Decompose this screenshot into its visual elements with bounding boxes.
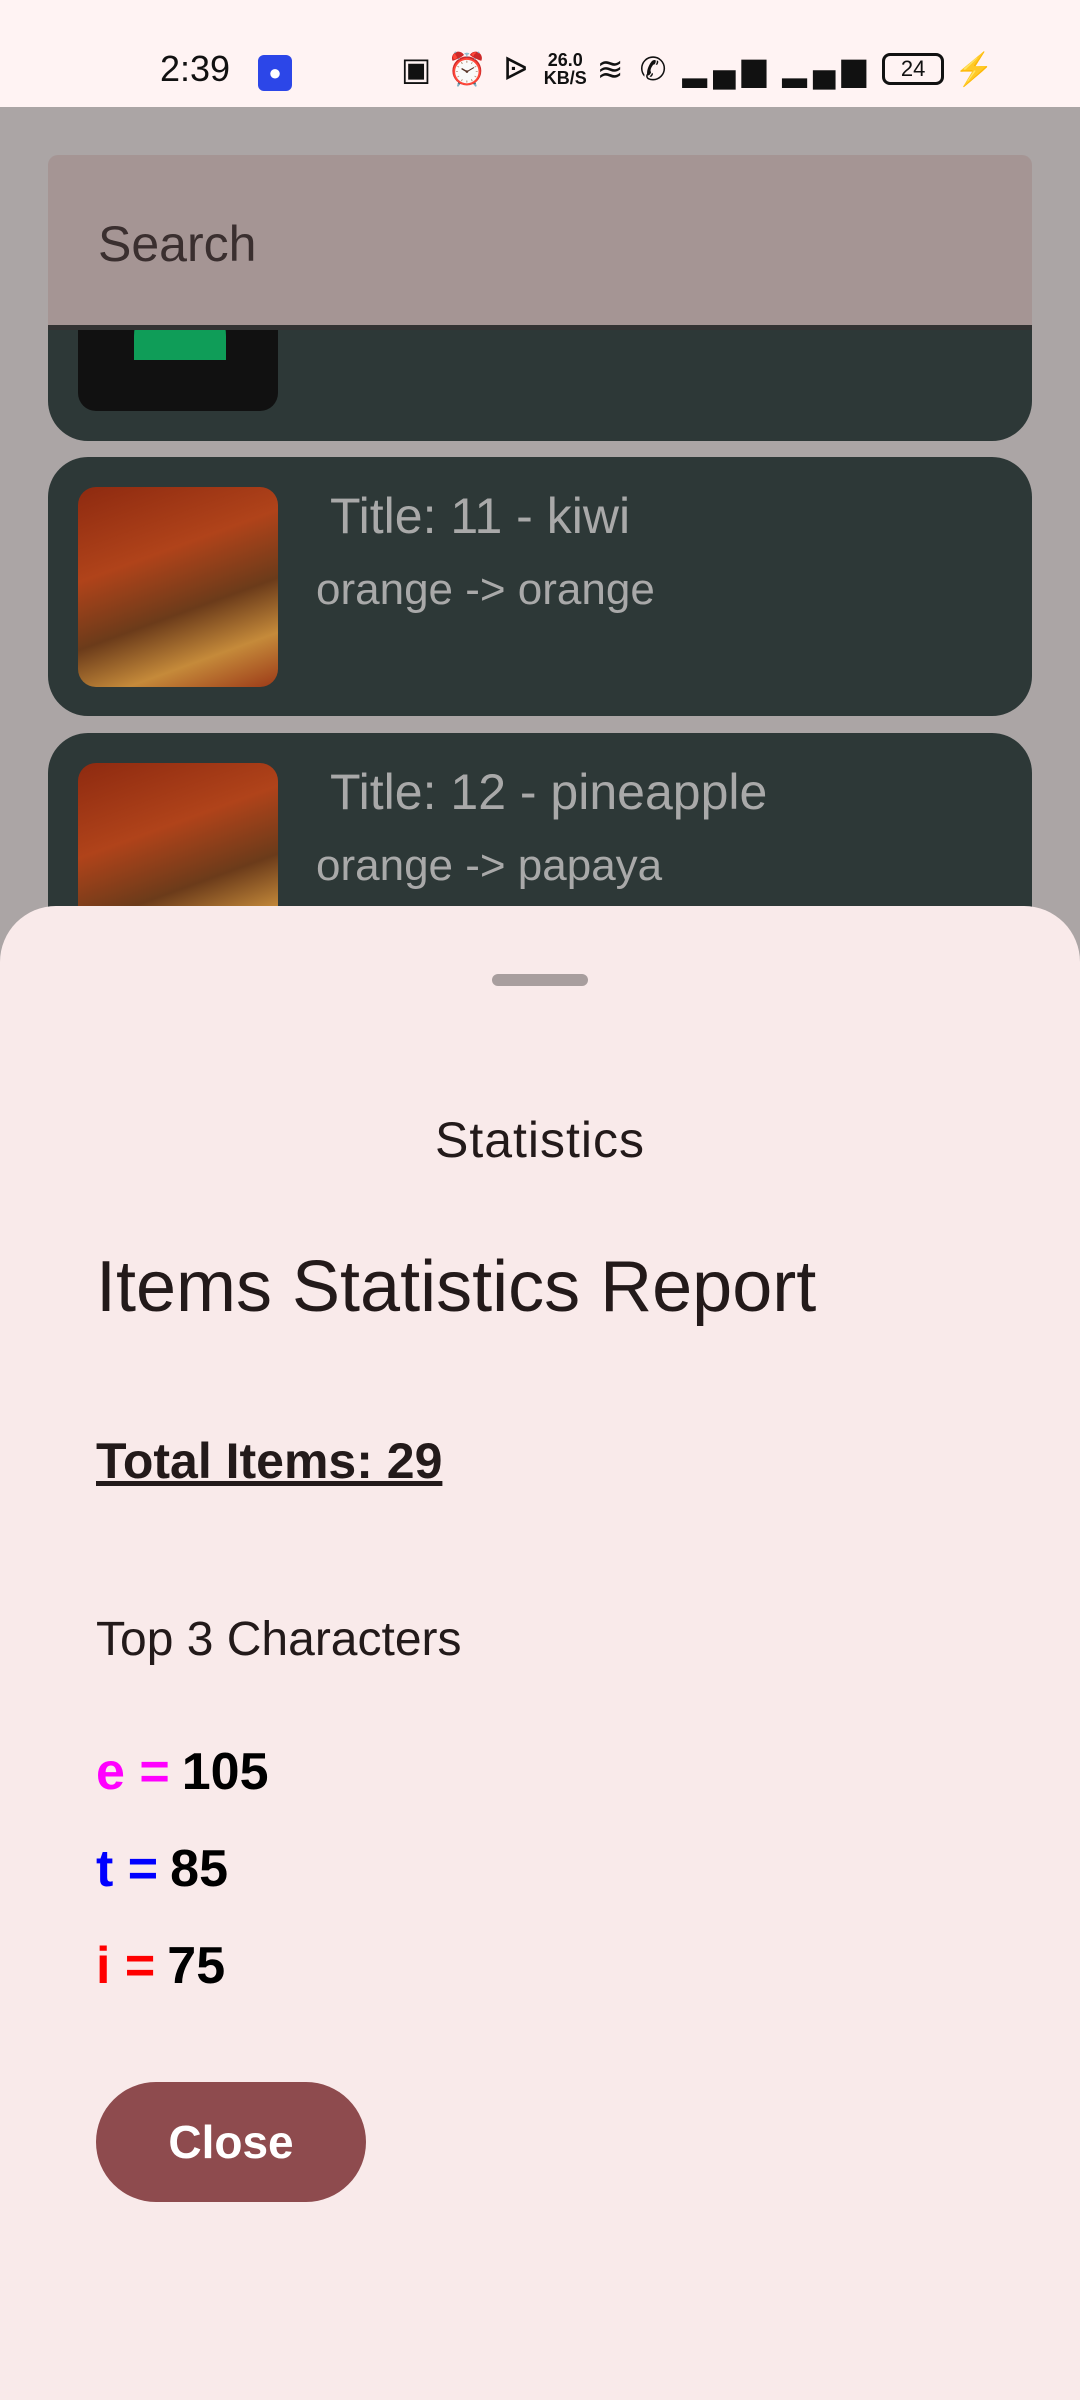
- charging-icon: ⚡: [954, 51, 1000, 87]
- signal-icon: ▂▄▆: [682, 51, 773, 87]
- top-characters-heading: Top 3 Characters: [96, 1613, 462, 1666]
- character-stat: i = 75: [96, 1936, 225, 1996]
- close-button[interactable]: Close: [96, 2082, 366, 2202]
- item-title: Title: 12 - pineapple: [330, 764, 768, 820]
- net-speed-value: 26.0: [547, 50, 583, 70]
- call-icon: ✆: [639, 51, 673, 87]
- wifi-icon: ≋: [596, 51, 630, 87]
- signal-icon: ▂▄▆: [782, 51, 873, 87]
- clock: 2:39: [160, 48, 231, 89]
- list-item[interactable]: Title: 11 - kiwi orange -> orange: [48, 457, 1032, 716]
- character: i: [96, 1937, 111, 1995]
- equals: =: [124, 1937, 156, 1995]
- character-count: 105: [181, 1743, 269, 1801]
- character: e: [96, 1743, 125, 1801]
- character-count: 75: [167, 1937, 226, 1995]
- battery-icon: 24: [882, 53, 945, 85]
- equals: =: [139, 1743, 170, 1801]
- item-subtitle: orange -> papaya: [316, 841, 663, 890]
- character-stat: t = 85: [96, 1839, 228, 1899]
- search-placeholder: Search: [98, 216, 257, 272]
- equals: =: [127, 1840, 159, 1898]
- report-title: Items Statistics Report: [96, 1247, 817, 1327]
- character-stat: e = 105: [96, 1742, 269, 1802]
- drag-handle[interactable]: [492, 974, 588, 986]
- statistics-bottom-sheet: Statistics Items Statistics Report Total…: [0, 906, 1080, 2400]
- flashlight-icon: ●: [258, 55, 292, 91]
- sheet-title: Statistics: [434, 1112, 646, 1168]
- total-items: Total Items: 29: [96, 1433, 443, 1489]
- status-bar: 2:39 ● ▣ ⏰ ᐉ 26.0 KB/S ≋ ✆ ▂▄▆ ▂▄▆ 24 ⚡: [0, 0, 1080, 107]
- alarm-icon: ⏰: [447, 51, 494, 87]
- search-input[interactable]: Search: [48, 155, 1032, 330]
- net-speed: 26.0 KB/S: [544, 51, 587, 87]
- notification-icon: ▣: [401, 51, 438, 87]
- system-icons: ▣ ⏰ ᐉ 26.0 KB/S ≋ ✆ ▂▄▆ ▂▄▆ 24 ⚡: [401, 50, 1000, 88]
- item-image: [78, 487, 278, 687]
- bluetooth-icon: ᐉ: [503, 51, 534, 87]
- item-title: Title: 11 - kiwi: [330, 488, 631, 544]
- net-speed-unit: KB/S: [543, 68, 587, 88]
- character-count: 85: [170, 1840, 228, 1898]
- character: t: [96, 1840, 114, 1898]
- item-subtitle: orange -> orange: [316, 565, 655, 614]
